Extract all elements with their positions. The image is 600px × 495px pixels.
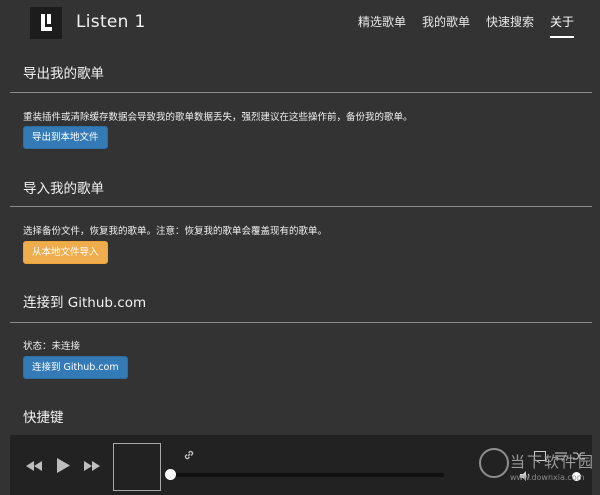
nav-my-playlists[interactable]: 我的歌单 [422, 13, 470, 38]
github-section-title: 连接到 Github.com [23, 295, 147, 311]
app-title: Listen 1 [76, 12, 146, 32]
prev-icon[interactable] [26, 461, 42, 471]
import-divider [10, 206, 592, 207]
export-section-title: 导出我的歌单 [23, 66, 104, 82]
progress-track[interactable] [172, 473, 444, 477]
watermark-url: www.downxia.com [510, 473, 585, 482]
link-icon[interactable] [182, 448, 196, 462]
import-section-title: 导入我的歌单 [23, 181, 104, 197]
import-description: 选择备份文件，恢复我的歌单。注意：恢复我的歌单会覆盖现有的歌单。 [23, 226, 328, 237]
play-icon[interactable] [57, 458, 70, 473]
shortcuts-section-title: 快捷键 [23, 410, 64, 426]
github-status: 状态：未连接 [23, 341, 81, 352]
top-nav: 精选歌单 我的歌单 快速搜索 关于 [342, 13, 574, 38]
app-logo[interactable] [30, 7, 62, 39]
watermark-text: 当下软件园 [510, 453, 596, 471]
watermark: 当下软件园 www.downxia.com [474, 446, 600, 492]
export-to-file-button[interactable]: 导出到本地文件 [23, 126, 108, 149]
nav-quick-search[interactable]: 快速搜索 [486, 13, 534, 38]
github-divider [10, 322, 592, 323]
export-divider [10, 92, 592, 93]
progress-thumb[interactable] [165, 469, 176, 480]
import-from-file-button[interactable]: 从本地文件导入 [23, 241, 108, 264]
app-header: Listen 1 精选歌单 我的歌单 快速搜索 关于 [0, 0, 600, 46]
nav-featured-playlists[interactable]: 精选歌单 [358, 13, 406, 38]
nav-about[interactable]: 关于 [549, 13, 574, 38]
album-cover [113, 443, 161, 491]
connect-github-button[interactable]: 连接到 Github.com [23, 356, 128, 379]
export-description: 重装插件或清除缓存数据会导致我的歌单数据丢失，强烈建议在这些操作前，备份我的歌单… [23, 112, 413, 123]
next-icon[interactable] [84, 461, 100, 471]
watermark-logo-icon [479, 448, 509, 478]
